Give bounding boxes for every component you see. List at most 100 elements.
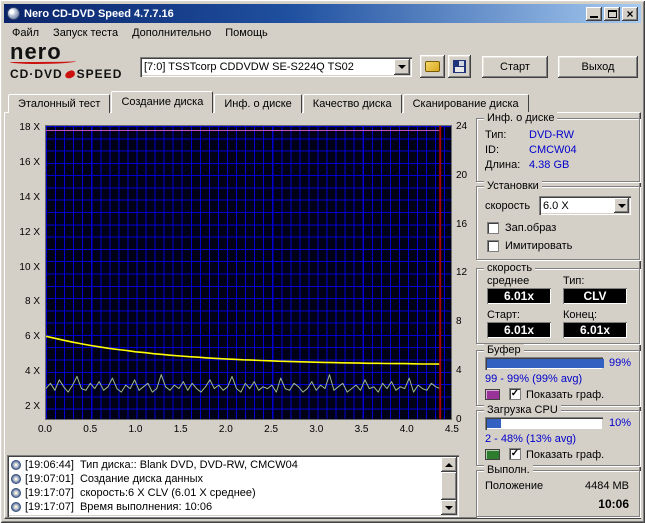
- scrollbar-thumb[interactable]: [441, 472, 457, 500]
- x-axis-label-6: 3.0: [309, 424, 324, 435]
- speed-chart: [45, 125, 452, 420]
- minimize-button[interactable]: [586, 6, 602, 21]
- x-axis-label-3: 1.5: [173, 424, 188, 435]
- chevron-down-icon: [617, 203, 626, 208]
- y-axis-left-label-1: 16 X: [19, 156, 40, 168]
- window-title: Nero CD-DVD Speed 4.7.7.16: [24, 7, 174, 20]
- progress-title: Выполн.: [484, 464, 533, 476]
- buffer-show-graph-checkbox[interactable]: ✓: [509, 388, 521, 400]
- y-axis-left-label-8: 2 X: [24, 401, 40, 412]
- cpu-progress-bar: [485, 417, 603, 430]
- y-axis-right-label-0: 24: [456, 121, 468, 132]
- progress-group: Выполн. Положение 4484 MB 10:06: [476, 464, 640, 517]
- options-button[interactable]: [420, 55, 445, 78]
- speed-select-dropdown-arrow[interactable]: [614, 198, 629, 213]
- start-speed-label: Старт:: [487, 309, 520, 321]
- x-axis-label-2: 1.0: [128, 424, 143, 435]
- log-listbox[interactable]: [19:06:44] Тип диска:: Blank DVD, DVD-RW,…: [7, 455, 459, 517]
- disc-length-label: Длина:: [485, 159, 521, 171]
- end-speed-label: Конец:: [563, 309, 598, 321]
- y-axis-right-label-1: 20: [456, 169, 468, 181]
- speed-select-combobox[interactable]: 6.0 X: [539, 196, 631, 215]
- disc-length-value: 4.38 GB: [529, 159, 570, 171]
- start-button-label: Старт: [500, 61, 530, 73]
- log-rows: [19:06:44] Тип диска:: Blank DVD, DVD-RW,…: [10, 458, 439, 514]
- arrow-down-icon: [445, 505, 453, 510]
- tab-3[interactable]: Качество диска: [302, 94, 402, 113]
- x-axis-label-4: 2.0: [218, 424, 233, 435]
- series-cpu-usage: [46, 374, 441, 393]
- drive-selector-dropdown-arrow[interactable]: [394, 59, 410, 75]
- log-entry-text: скорость:6 X CLV (6.01 X среднее): [79, 487, 256, 499]
- y-axis-left-label-7: 4 X: [24, 366, 40, 378]
- disc-type-label: Тип:: [485, 129, 507, 141]
- x-axis-label-1: 0.5: [83, 424, 98, 435]
- log-scrollbar[interactable]: [441, 457, 457, 515]
- log-entry-time: [19:06:44]: [25, 459, 74, 471]
- cpu-show-graph-label: Показать граф.: [526, 449, 605, 461]
- chart-series-layer: [46, 126, 442, 419]
- tab-1[interactable]: Создание диска: [111, 91, 214, 113]
- simulate-checkbox[interactable]: [487, 240, 499, 252]
- tab-2[interactable]: Инф. о диске: [214, 94, 302, 113]
- cpu-color-swatch[interactable]: [485, 449, 500, 460]
- y-axis-right-label-2: 16: [456, 218, 468, 230]
- average-speed-label: среднее: [487, 275, 530, 287]
- log-entry-text: Создание диска данных: [79, 473, 203, 485]
- exit-button[interactable]: Выход: [558, 56, 638, 78]
- disc-id-label: ID:: [485, 144, 500, 156]
- menu-item-3[interactable]: Помощь: [218, 25, 275, 41]
- end-speed-value: 6.01x: [563, 322, 627, 338]
- nero-logo: nero CD·DVD SPEED: [10, 41, 140, 86]
- save-floppy-icon: [453, 60, 466, 73]
- cpu-percent: 10%: [609, 417, 632, 429]
- start-speed-value: 6.01x: [487, 322, 551, 338]
- chevron-down-icon: [398, 65, 406, 69]
- app-window: Nero CD-DVD Speed 4.7.7.16 × Файл Запуск …: [0, 0, 645, 523]
- disc-type-value: DVD-RW: [529, 129, 575, 141]
- buffer-percent: 99%: [609, 357, 632, 369]
- write-image-checkbox[interactable]: [487, 222, 499, 234]
- close-button[interactable]: ×: [622, 6, 638, 21]
- log-entry-time: [19:17:07]: [25, 487, 74, 499]
- drive-selector-combobox[interactable]: [7:0] TSSTcorp CDDVDW SE-S224Q TS02: [140, 57, 412, 77]
- settings-group: Установки скорость 6.0 X Зап.образ Имити…: [476, 180, 640, 260]
- position-value: 4484 MB: [584, 480, 629, 492]
- cpu-show-graph-checkbox[interactable]: ✓: [509, 448, 521, 460]
- x-axis-label-0: 0.0: [38, 424, 52, 435]
- buffer-range-text: 99 - 99% (99% avg): [485, 373, 583, 385]
- drive-selector-value: [7:0] TSSTcorp CDDVDW SE-S224Q TS02: [144, 61, 354, 73]
- cpu-title: Загрузка CPU: [484, 404, 561, 416]
- position-label: Положение: [485, 480, 544, 492]
- log-entry-1: [19:07:01] Создание диска данных: [10, 472, 439, 486]
- tab-4[interactable]: Сканирование диска: [402, 94, 529, 113]
- buffer-group: Буфер 99% 99 - 99% (99% avg) ✓ Показать …: [476, 344, 640, 406]
- title-bar: Nero CD-DVD Speed 4.7.7.16 ×: [4, 4, 641, 23]
- minimize-icon: [590, 16, 598, 18]
- buffer-color-swatch[interactable]: [485, 389, 500, 400]
- scroll-up-button[interactable]: [441, 457, 457, 472]
- start-button[interactable]: Старт: [482, 56, 548, 78]
- y-axis-right-label-4: 8: [456, 316, 462, 328]
- save-button[interactable]: [448, 55, 471, 78]
- logo-product-text: CD·DVD SPEED: [10, 67, 140, 81]
- tab-0[interactable]: Эталонный тест: [8, 94, 111, 113]
- disc-icon: [11, 502, 21, 512]
- menu-bar: Файл Запуск теста Дополнительно Помощь: [5, 24, 640, 41]
- maximize-button[interactable]: [604, 6, 620, 21]
- scroll-down-button[interactable]: [441, 500, 457, 515]
- elapsed-time-value: 10:06: [598, 497, 629, 511]
- y-axis-right-label-5: 4: [456, 365, 462, 376]
- y-axis-left-label-4: 10 X: [19, 261, 40, 273]
- speed-readout-title: скорость: [484, 262, 536, 274]
- logo-product-right: SPEED: [76, 67, 123, 81]
- log-entry-2: [19:17:07] скорость:6 X CLV (6.01 X средн…: [10, 486, 439, 500]
- logo-red-swoosh-icon: [63, 69, 76, 79]
- logo-product-left: CD·DVD: [10, 67, 63, 81]
- y-axis-left-label-3: 12 X: [19, 226, 40, 238]
- close-icon: ×: [626, 6, 634, 21]
- menu-item-2[interactable]: Дополнительно: [125, 25, 218, 41]
- log-entry-text: Время выполнения: 10:06: [79, 501, 213, 513]
- cpu-group: Загрузка CPU 10% 2 - 48% (13% avg) ✓ Пок…: [476, 404, 640, 466]
- buffer-show-graph-label: Показать граф.: [526, 389, 605, 401]
